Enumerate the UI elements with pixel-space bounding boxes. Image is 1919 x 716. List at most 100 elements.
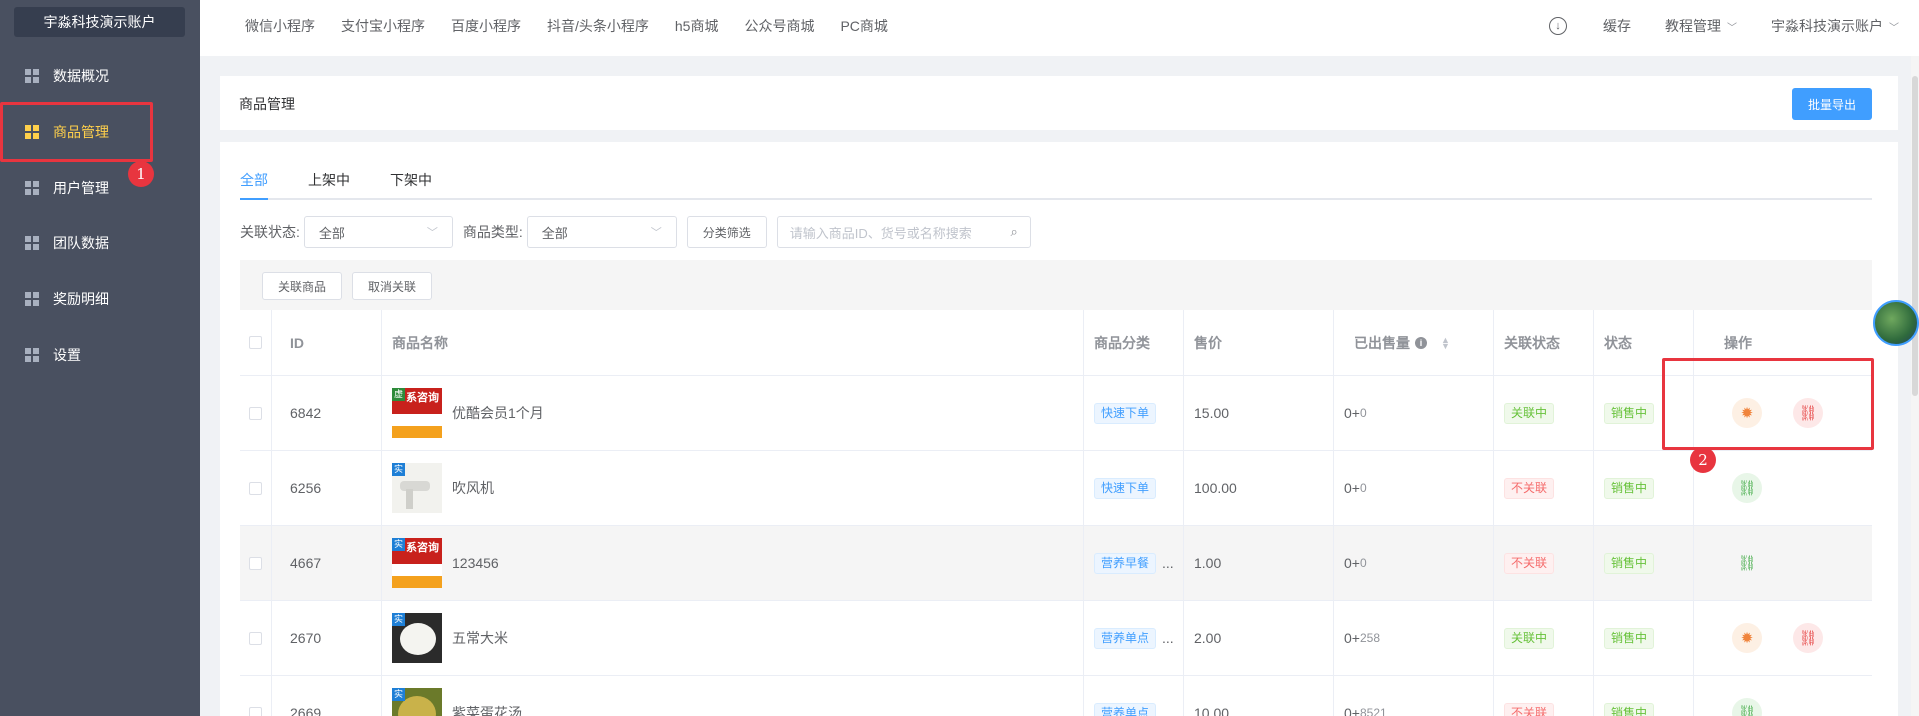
header-sold-label: 已出售量: [1354, 334, 1410, 351]
account-menu[interactable]: 宇淼科技演示账户 ﹀: [1771, 16, 1899, 36]
row-checkbox[interactable]: [249, 406, 262, 420]
floating-avatar[interactable]: [1873, 300, 1919, 346]
tab-all[interactable]: 全部: [240, 170, 268, 200]
sold-main: 0+: [1344, 405, 1360, 421]
link-status-tag: 不关联: [1504, 552, 1555, 574]
cell-name: 系咨询 虚 优酷会员1个月: [382, 376, 1084, 450]
sidebar-item-users[interactable]: 用户管理: [0, 160, 200, 216]
category-filter-button[interactable]: 分类筛选: [686, 216, 767, 248]
tab-off-shelf[interactable]: 下架中: [390, 170, 432, 200]
row-checkbox[interactable]: [249, 481, 262, 495]
batch-export-button[interactable]: 批量导出: [1792, 88, 1872, 120]
sidebar-item-label: 设置: [53, 347, 81, 363]
cell-id: 2669: [272, 676, 382, 716]
table-row: 4667 系咨询 实 123456 营养早餐... 1.00 0+ 0 不关联 销…: [240, 526, 1872, 601]
sold-sub: 8521: [1359, 706, 1387, 716]
tabs: 全部 上架中 下架中: [240, 170, 1872, 200]
topnav-alipay[interactable]: 支付宝小程序: [341, 16, 425, 36]
link-icon[interactable]: ⛓: [1732, 473, 1762, 503]
sidebar-item-label: 用户管理: [53, 180, 109, 196]
table-header-row: ID 商品名称 商品分类 售价 已出售量 i ▲ ▼ 关联状态 状态 操作: [240, 310, 1872, 376]
link-status-tag: 不关联: [1504, 702, 1555, 716]
bulk-toolbar: 关联商品 取消关联: [240, 260, 1872, 310]
download-icon[interactable]: ↓: [1549, 17, 1567, 35]
header-category: 商品分类: [1084, 310, 1184, 375]
chevron-down-icon: ﹀: [650, 227, 662, 239]
product-name: 123456: [452, 555, 499, 571]
cell-ops: ✹ ⛓: [1694, 601, 1872, 675]
header-sold[interactable]: 已出售量 i ▲ ▼: [1334, 310, 1494, 375]
cell-name: 实 吹风机: [382, 451, 1084, 525]
cell-price: 10.00: [1184, 676, 1334, 716]
header-price: 售价: [1184, 310, 1334, 375]
select-all-checkbox[interactable]: [249, 336, 262, 349]
sidebar-item-label: 团队数据: [53, 235, 109, 251]
sold-main: 0+: [1344, 705, 1360, 716]
settings-gear-icon[interactable]: ✹: [1732, 623, 1762, 653]
cell-status: 销售中: [1594, 451, 1694, 525]
link-status-select[interactable]: 全部 ﹀: [303, 216, 453, 248]
annotation-box-1: [0, 102, 153, 162]
product-type-label: 商品类型:: [462, 224, 523, 240]
topnav-baidu[interactable]: 百度小程序: [451, 16, 521, 36]
row-checkbox-cell: [240, 451, 272, 525]
sidebar-item-rewards[interactable]: 奖励明细: [0, 271, 200, 327]
chevron-down-icon: ﹀: [426, 227, 438, 239]
sidebar-item-settings[interactable]: 设置: [0, 327, 200, 383]
table-row: 2670 实 五常大米 营养单点... 2.00 0+ 258 关联中 销售中 ✹…: [240, 601, 1872, 676]
sidebar-item-team-data[interactable]: 团队数据: [0, 215, 200, 271]
status-tag: 销售中: [1604, 402, 1655, 424]
account-switcher[interactable]: 宇淼科技演示账户: [14, 7, 185, 37]
topnav-pc[interactable]: PC商城: [840, 16, 887, 36]
tutorial-label: 教程管理: [1665, 18, 1721, 34]
thumb-corner-label: 实: [392, 538, 405, 551]
cell-category: 营养单点: [1084, 676, 1184, 716]
table-row: 6842 系咨询 虚 优酷会员1个月 快速下单 15.00 0+ 0 关联中 销售…: [240, 376, 1872, 451]
link-status-tag: 不关联: [1504, 477, 1555, 499]
page-header: 商品管理 批量导出: [220, 76, 1898, 130]
cell-link-status: 关联中: [1494, 601, 1594, 675]
topnav-official[interactable]: 公众号商城: [744, 16, 814, 36]
tab-on-shelf[interactable]: 上架中: [308, 170, 350, 200]
cell-sold: 0+ 0: [1334, 376, 1494, 450]
topnav-h5[interactable]: h5商城: [675, 16, 719, 36]
link-status-label: 关联状态:: [240, 224, 300, 240]
sold-sub: 0: [1359, 556, 1367, 570]
row-checkbox[interactable]: [249, 556, 262, 570]
topnav-douyin[interactable]: 抖音/头条小程序: [547, 16, 649, 36]
cell-link-status: 不关联: [1494, 526, 1594, 600]
link-icon[interactable]: ⛓: [1732, 548, 1762, 578]
cell-category: 快速下单: [1084, 376, 1184, 450]
product-name: 吹风机: [452, 480, 494, 496]
cell-id: 4667: [272, 526, 382, 600]
header-link-status: 关联状态: [1494, 310, 1594, 375]
search-input[interactable]: 请输入商品ID、货号或名称搜索 ⌕: [776, 216, 1031, 248]
product-thumbnail: 实: [392, 613, 442, 663]
top-bar: 微信小程序 支付宝小程序 百度小程序 抖音/头条小程序 h5商城 公众号商城 P…: [200, 0, 1919, 56]
link-icon[interactable]: ⛓: [1732, 698, 1762, 716]
row-checkbox[interactable]: [249, 631, 262, 645]
scrollbar-thumb[interactable]: [1912, 76, 1918, 396]
link-status-tag: 关联中: [1504, 402, 1555, 424]
unlink-icon[interactable]: ⛓: [1793, 623, 1823, 653]
product-type-select[interactable]: 全部 ﹀: [526, 216, 677, 248]
cache-button[interactable]: 缓存: [1603, 16, 1631, 36]
link-products-button[interactable]: 关联商品: [262, 272, 342, 300]
sold-main: 0+: [1344, 630, 1360, 646]
sort-icon[interactable]: ▲ ▼: [1441, 335, 1450, 350]
row-checkbox[interactable]: [249, 706, 262, 716]
tutorial-menu[interactable]: 教程管理 ﹀: [1665, 16, 1737, 36]
product-type-value: 全部: [541, 225, 568, 241]
topnav-wechat[interactable]: 微信小程序: [245, 16, 315, 36]
status-tag: 销售中: [1604, 702, 1655, 716]
account-label: 宇淼科技演示账户: [1771, 18, 1883, 34]
main-card: 全部 上架中 下架中 关联状态: 全部 ﹀ 商品类型: 全部 ﹀ 分类筛选 请输入商…: [220, 142, 1898, 716]
unlink-button[interactable]: 取消关联: [352, 272, 432, 300]
scrollbar[interactable]: [1911, 56, 1919, 716]
sold-sub: 258: [1359, 631, 1380, 645]
sidebar-item-dashboard[interactable]: 数据概况: [0, 48, 200, 104]
search-icon[interactable]: ⌕: [1011, 224, 1018, 240]
thumb-corner-label: 虚: [392, 388, 405, 401]
annotation-box-2: [1662, 358, 1874, 450]
category-tag: 营养单点: [1094, 702, 1157, 716]
